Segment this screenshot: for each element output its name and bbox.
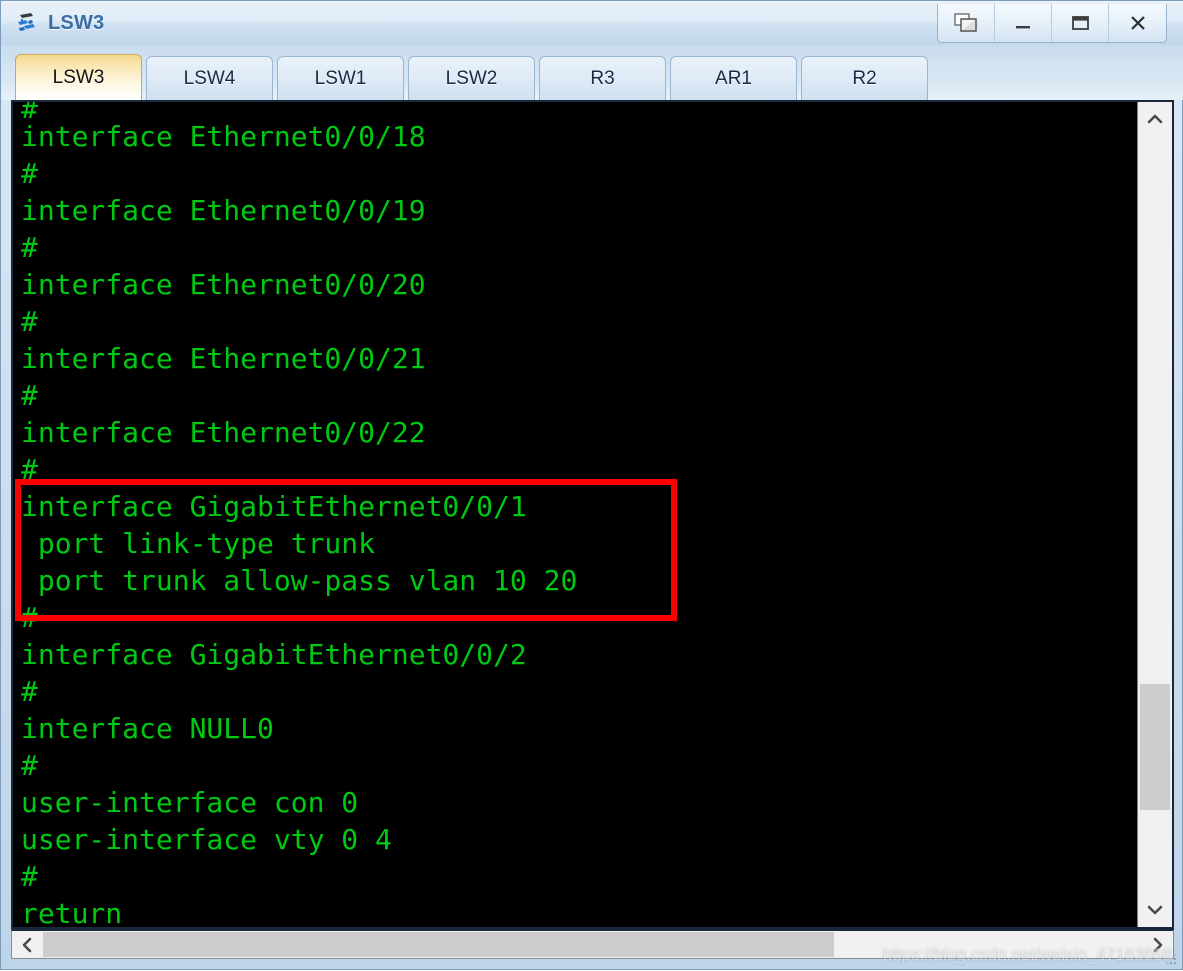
terminal-line: interface Ethernet0/0/21 (21, 342, 426, 375)
tab-r3[interactable]: R3 (539, 56, 666, 100)
tab-label: AR1 (715, 67, 752, 89)
tab-label: LSW1 (314, 67, 367, 89)
tab-r2[interactable]: R2 (801, 56, 928, 100)
terminal-line: # (21, 675, 38, 708)
console-frame: # interface Ethernet0/0/18 # interface E… (11, 100, 1174, 929)
terminal-line: interface GigabitEthernet0/0/1 (21, 490, 527, 523)
terminal-line: # (21, 379, 38, 412)
terminal-output[interactable]: # interface Ethernet0/0/18 # interface E… (13, 102, 1137, 927)
horizontal-scrollbar[interactable] (11, 929, 1174, 959)
terminal-line: interface GigabitEthernet0/0/2 (21, 638, 527, 671)
close-icon (1130, 16, 1145, 30)
scroll-down-button[interactable] (1138, 893, 1172, 927)
terminal-line: # (21, 231, 38, 264)
terminal-line: # (21, 305, 38, 338)
terminal-line: port trunk allow-pass vlan 10 20 (21, 564, 578, 597)
terminal-line: user-interface vty 0 4 (21, 823, 392, 856)
terminal-line: # (21, 453, 38, 486)
title-bar: LSW3 (1, 1, 1183, 45)
terminal-line: # (21, 102, 1137, 118)
tab-label: LSW3 (52, 66, 105, 88)
cascade-windows-icon (954, 13, 977, 32)
title-bar-left: LSW3 (1, 10, 104, 36)
scroll-up-button[interactable] (1138, 102, 1172, 136)
terminal-line: # (21, 601, 38, 634)
vertical-scrollbar[interactable] (1137, 102, 1172, 927)
restore-cascade-button[interactable] (938, 4, 995, 42)
scroll-left-button[interactable] (12, 931, 42, 958)
tab-lsw1[interactable]: LSW1 (277, 56, 404, 100)
horizontal-scrollbar-thumb[interactable] (43, 932, 834, 957)
tab-lsw3[interactable]: LSW3 (15, 54, 142, 100)
vertical-scrollbar-thumb[interactable] (1140, 684, 1170, 810)
chevron-left-icon (22, 937, 32, 952)
tab-label: R2 (852, 67, 877, 89)
tab-label: LSW2 (445, 67, 498, 89)
chevron-right-icon (1153, 937, 1163, 952)
device-tab-strip: LSW3 LSW4 LSW1 LSW2 R3 AR1 R2 (1, 45, 1183, 100)
terminal-line: user-interface con 0 (21, 786, 359, 819)
minimize-button[interactable] (995, 4, 1052, 42)
maximize-button[interactable] (1052, 4, 1109, 42)
tab-lsw2[interactable]: LSW2 (408, 56, 535, 100)
tab-ar1[interactable]: AR1 (670, 56, 797, 100)
switch-device-icon (15, 10, 41, 36)
chevron-up-icon (1147, 114, 1163, 124)
terminal-line: interface Ethernet0/0/18 (21, 120, 426, 153)
minimize-icon (1016, 26, 1030, 29)
terminal-line: # (21, 157, 38, 190)
chevron-down-icon (1147, 905, 1163, 915)
window-title: LSW3 (48, 11, 105, 34)
terminal-line: interface Ethernet0/0/19 (21, 194, 426, 227)
tab-label: R3 (590, 67, 615, 89)
tab-lsw4[interactable]: LSW4 (146, 56, 273, 100)
terminal-line: # (21, 749, 38, 782)
terminal-line: interface Ethernet0/0/20 (21, 268, 426, 301)
terminal-line: interface NULL0 (21, 712, 274, 745)
resize-grip-icon[interactable] (1164, 952, 1178, 966)
window-controls (937, 4, 1167, 43)
terminal-line: interface Ethernet0/0/22 (21, 416, 426, 449)
maximize-icon (1072, 16, 1089, 30)
tab-label: LSW4 (183, 67, 236, 89)
terminal-window: LSW3 LSW3 LSW4 LSW1 LSW2 R3 AR1 R2 inter… (0, 0, 1183, 970)
close-button[interactable] (1109, 4, 1166, 42)
terminal-line: # (21, 860, 38, 893)
terminal-line: port link-type trunk (21, 527, 376, 560)
terminal-line: return (21, 897, 123, 927)
